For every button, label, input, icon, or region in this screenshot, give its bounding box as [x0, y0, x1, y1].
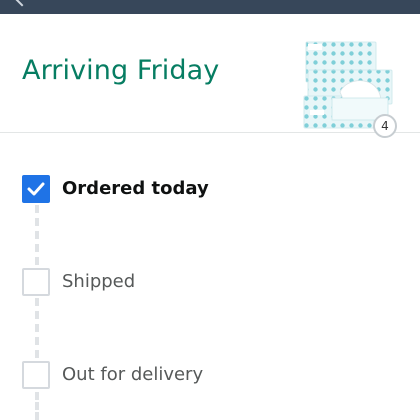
top-nav-bar: [0, 0, 420, 14]
back-arrow-icon[interactable]: [13, 0, 31, 7]
checkmark-icon: [27, 182, 45, 196]
step-label-shipped: Shipped: [62, 271, 136, 292]
step-connector: [35, 298, 39, 358]
step-connector: [35, 392, 39, 420]
delivery-header: Arriving Friday 4: [0, 14, 420, 138]
step-connector: [35, 205, 39, 265]
step-checkbox-shipped: [22, 268, 50, 296]
quantity-badge: 4: [373, 114, 397, 138]
arrival-title: Arriving Friday: [22, 55, 220, 86]
step-checkbox-out-for-delivery: [22, 361, 50, 389]
step-label-out-for-delivery: Out for delivery: [62, 364, 204, 385]
step-label-ordered: Ordered today: [62, 178, 209, 199]
step-checkbox-ordered: [22, 175, 50, 203]
